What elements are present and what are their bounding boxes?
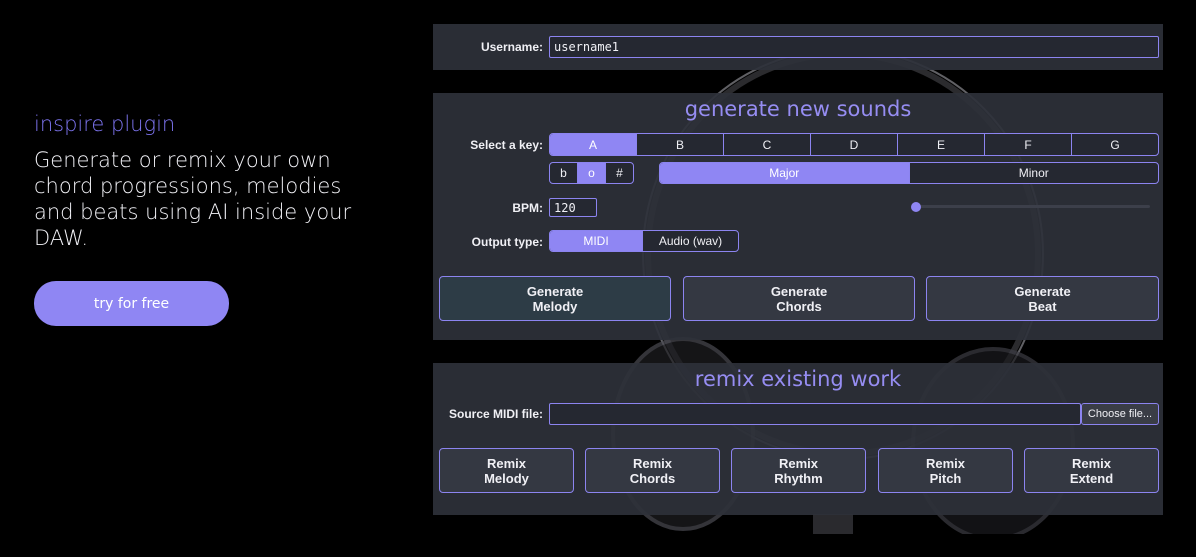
generate-melody-button[interactable]: Generate Melody	[439, 276, 671, 321]
mode-major[interactable]: Major	[660, 163, 910, 183]
hero-kicker: inspire plugin	[34, 112, 176, 136]
key-option-d[interactable]: D	[811, 134, 898, 155]
key-option-e[interactable]: E	[898, 134, 985, 155]
key-selector: A B C D E F G	[549, 133, 1159, 156]
button-line-2: Chords	[776, 298, 822, 314]
button-line-2: Chords	[629, 470, 676, 486]
button-line-1: Generate	[1014, 283, 1071, 299]
button-line-1: Remix	[1071, 455, 1112, 471]
bpm-slider-track[interactable]	[914, 205, 1150, 208]
button-line-2: Beat	[1028, 298, 1057, 314]
key-option-f[interactable]: F	[985, 134, 1072, 155]
bpm-input[interactable]	[549, 198, 597, 217]
key-option-c[interactable]: C	[724, 134, 811, 155]
generate-beat-button[interactable]: Generate Beat	[926, 276, 1159, 321]
bpm-slider-handle[interactable]	[911, 202, 921, 212]
button-line-1: Remix	[632, 455, 673, 471]
hero-description: Generate or remix your own chord progres…	[34, 148, 352, 250]
accidental-flat[interactable]: b	[550, 163, 578, 183]
key-label: Select a key:	[470, 138, 543, 152]
username-label: Username:	[480, 40, 543, 54]
button-line-2: Extend	[1069, 470, 1114, 486]
accidental-sharp[interactable]: #	[606, 163, 633, 183]
accidental-selector: b o #	[549, 162, 634, 184]
try-for-free-button[interactable]: try for free	[34, 281, 229, 326]
generate-section-title: generate new sounds	[684, 97, 912, 121]
accidental-natural[interactable]: o	[578, 163, 606, 183]
output-type-selector: MIDI Audio (wav)	[549, 230, 739, 252]
remix-chords-button[interactable]: Remix Chords	[585, 448, 720, 493]
button-line-1: Generate	[526, 283, 584, 299]
button-line-2: Melody	[484, 470, 529, 486]
source-midi-input[interactable]	[549, 403, 1081, 425]
key-option-a[interactable]: A	[550, 134, 637, 155]
button-line-1: Remix	[486, 455, 527, 471]
button-line-1: Remix	[925, 455, 966, 471]
remix-section-title: remix existing work	[694, 367, 902, 391]
bpm-label: BPM:	[512, 201, 543, 215]
button-line-2: Melody	[532, 298, 578, 314]
remix-rhythm-button[interactable]: Remix Rhythm	[731, 448, 866, 493]
remix-pitch-button[interactable]: Remix Pitch	[878, 448, 1013, 493]
output-type-label: Output type:	[471, 235, 543, 249]
key-option-b[interactable]: B	[637, 134, 724, 155]
button-line-1: Generate	[770, 283, 828, 299]
generate-chords-button[interactable]: Generate Chords	[683, 276, 915, 321]
button-line-2: Rhythm	[774, 470, 823, 486]
plugin-window: Username: generate new sounds Select a k…	[433, 24, 1163, 534]
mode-minor[interactable]: Minor	[910, 163, 1159, 183]
output-midi[interactable]: MIDI	[550, 231, 643, 251]
remix-melody-button[interactable]: Remix Melody	[439, 448, 574, 493]
source-midi-label: Source MIDI file:	[448, 407, 543, 421]
key-option-g[interactable]: G	[1072, 134, 1158, 155]
button-line-1: Remix	[778, 455, 819, 471]
button-line-2: Pitch	[929, 470, 962, 486]
choose-file-button[interactable]: Choose file...	[1081, 403, 1159, 425]
remix-extend-button[interactable]: Remix Extend	[1024, 448, 1159, 493]
mode-selector: Major Minor	[659, 162, 1159, 184]
username-input[interactable]	[549, 36, 1159, 58]
output-audio-wav[interactable]: Audio (wav)	[643, 231, 738, 251]
